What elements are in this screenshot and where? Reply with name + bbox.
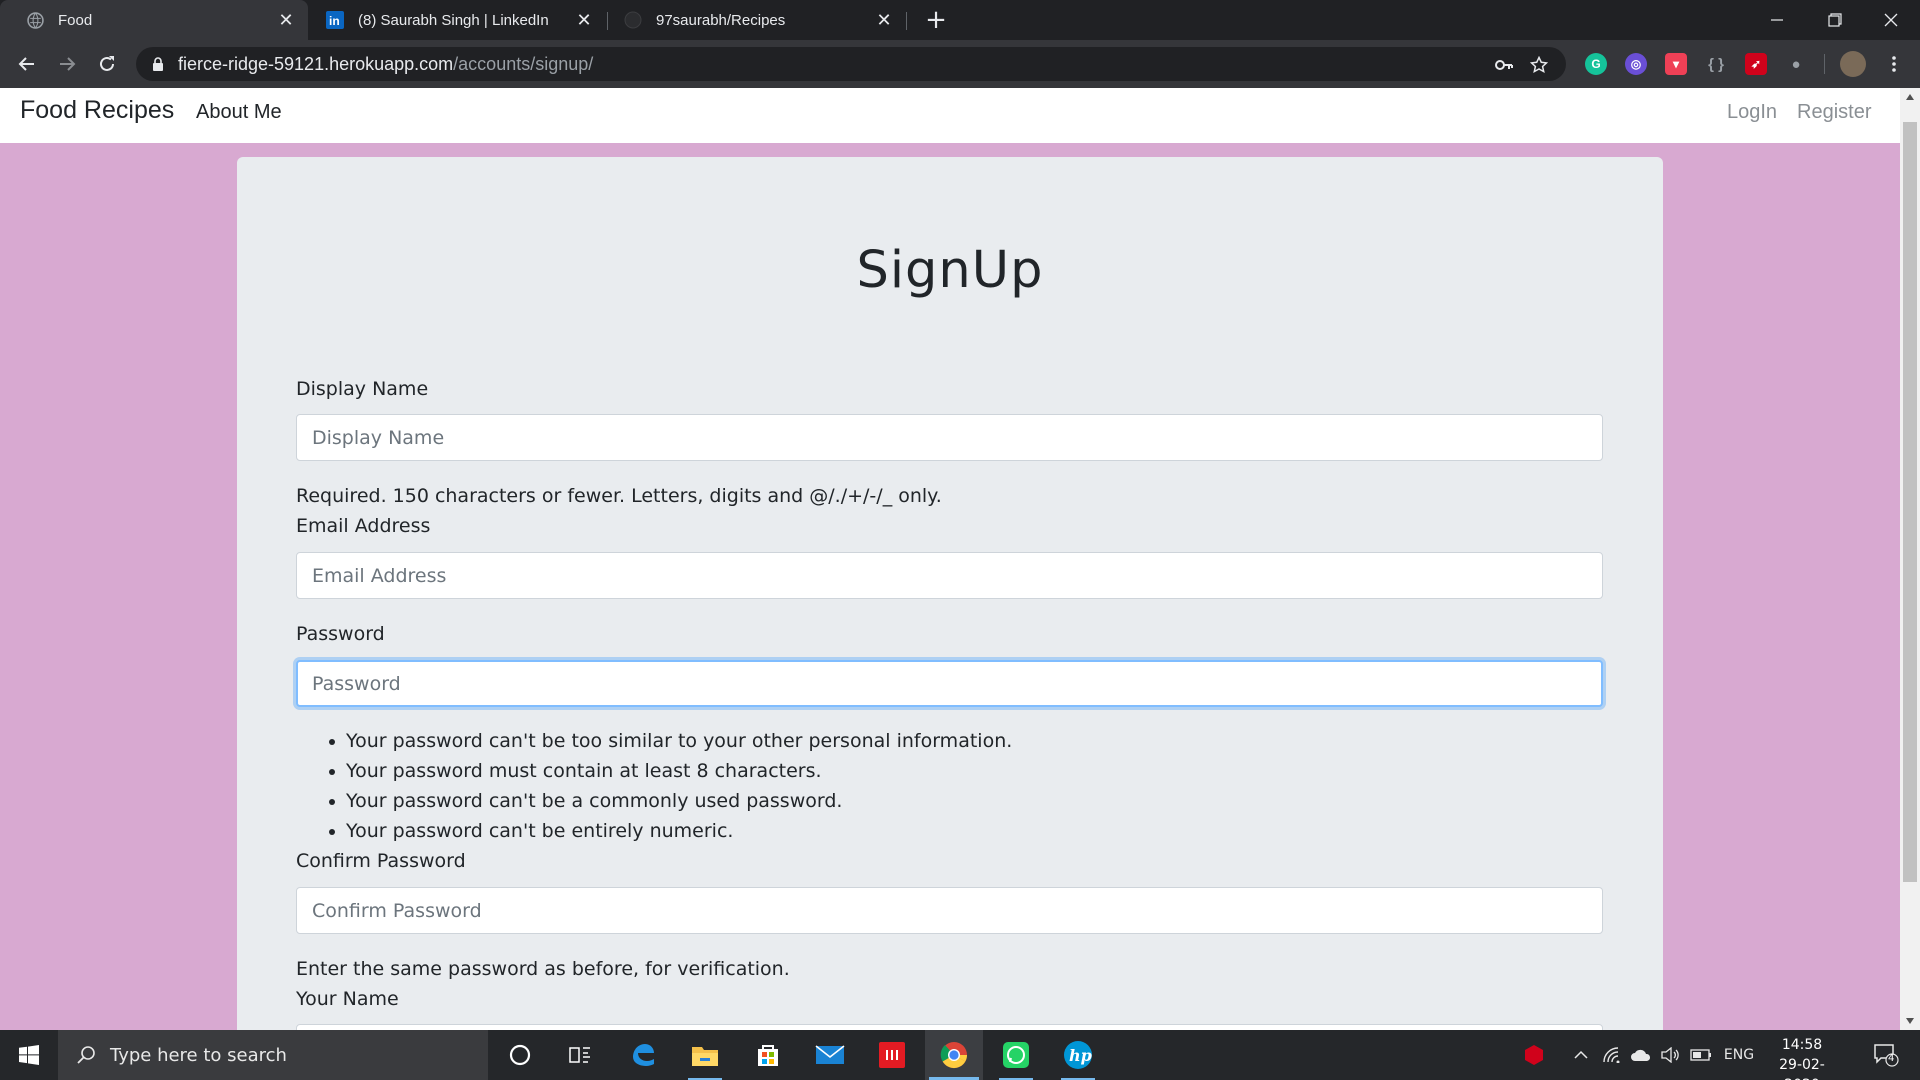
lock-icon [152,57,166,71]
nav-about-link[interactable]: About Me [196,101,282,124]
nav-register-link[interactable]: Register [1797,101,1871,124]
display-name-help: Required. 150 characters or fewer. Lette… [296,485,942,507]
pocket-extension-icon[interactable]: ▾ [1665,53,1687,75]
cortana-icon[interactable] [491,1030,549,1080]
new-tab-button[interactable]: + [922,5,950,35]
battery-icon[interactable] [1690,1045,1712,1065]
site-navbar: Food Recipes About Me LogIn Register [0,88,1900,143]
file-explorer-icon[interactable] [676,1030,734,1080]
forward-button[interactable] [53,50,81,78]
list-item: Your password can't be entirely numeric. [296,816,1012,846]
globe-icon [26,11,44,29]
taskbar-clock[interactable]: 14:58 29-02-2020 [1762,1035,1842,1080]
tab-title: (8) Saurabh Singh | LinkedIn [358,11,549,29]
site-brand[interactable]: Food Recipes [20,96,174,125]
search-icon [76,1045,96,1065]
clock-time: 14:58 [1781,1037,1823,1053]
start-button[interactable] [0,1030,58,1080]
windows-taskbar: Type here to search hp ENG 14:58 29-02- … [0,1030,1920,1080]
office-app-icon[interactable] [863,1030,921,1080]
scrollbar-thumb[interactable] [1903,122,1917,882]
key-icon[interactable] [1494,55,1514,75]
your-name-label: Your Name [296,988,399,1010]
mail-icon[interactable] [801,1030,859,1080]
list-item: Your password must contain at least 8 ch… [296,756,1012,786]
search-placeholder: Type here to search [110,1044,287,1066]
list-item: Your password can't be too similar to yo… [296,726,1012,756]
list-item: Your password can't be a commonly used p… [296,786,1012,816]
tab-separator [906,12,907,30]
taskbar-search-box[interactable]: Type here to search [58,1030,488,1080]
notification-count-badge: 4 [1888,1053,1895,1064]
whatsapp-icon[interactable] [987,1030,1045,1080]
confirm-password-label: Confirm Password [296,850,466,872]
edge-browser-icon[interactable] [614,1030,672,1080]
url-host: fierce-ridge-59121.herokuapp.com [178,53,454,74]
close-window-button[interactable] [1862,0,1920,40]
svg-text:hp: hp [1069,1046,1092,1065]
reload-button[interactable] [93,50,121,78]
confirm-password-input[interactable] [296,887,1603,934]
microsoft-store-icon[interactable] [739,1030,797,1080]
close-tab-icon[interactable]: ✕ [572,8,596,32]
security-app-tray-icon[interactable] [1523,1045,1545,1065]
tab-title: Food [58,11,93,29]
task-view-icon[interactable] [551,1030,609,1080]
bookmark-star-icon[interactable] [1529,55,1549,75]
browser-tab-linkedin[interactable]: in (8) Saurabh Singh | LinkedIn ✕ [308,0,606,40]
page-scrollbar[interactable] [1900,88,1920,1030]
confirm-password-help: Enter the same password as before, for v… [296,958,790,980]
language-indicator[interactable]: ENG [1722,1045,1756,1065]
restore-button[interactable] [1806,0,1864,40]
svg-text:in: in [329,14,340,28]
profile-avatar[interactable] [1840,51,1866,77]
address-bar[interactable]: fierce-ridge-59121.herokuapp.com/account… [136,47,1566,81]
browser-tab-strip: Food ✕ in (8) Saurabh Singh | LinkedIn ✕… [0,0,1920,40]
close-tab-icon[interactable]: ✕ [274,8,298,32]
extension-icon[interactable]: ◎ [1625,53,1647,75]
scroll-up-arrow-icon[interactable] [1900,88,1920,106]
minimize-button[interactable] [1748,0,1806,40]
back-button[interactable] [13,50,41,78]
nav-login-link[interactable]: LogIn [1727,101,1777,124]
github-icon [624,11,642,29]
password-rules-list: Your password can't be too similar to yo… [296,726,1012,846]
toolbar-separator [1824,54,1825,74]
signup-card: SignUp Display Name Required. 150 charac… [237,157,1663,1030]
chevron-up-icon[interactable] [1570,1045,1592,1065]
notification-center-icon[interactable]: 4 [1871,1042,1901,1068]
page-viewport: Food Recipes About Me LogIn Register Sig… [0,88,1900,1030]
onedrive-cloud-icon[interactable] [1630,1045,1652,1065]
grammarly-extension-icon[interactable]: G [1585,53,1607,75]
display-name-input[interactable] [296,414,1603,461]
scroll-down-arrow-icon[interactable] [1900,1012,1920,1030]
url-path: /accounts/signup/ [453,53,594,74]
password-label: Password [296,623,385,645]
extension-icon[interactable]: ● [1785,53,1807,75]
close-tab-icon[interactable]: ✕ [872,8,896,32]
chrome-icon[interactable] [925,1030,983,1080]
email-input[interactable] [296,552,1603,599]
email-label: Email Address [296,515,431,537]
page-title: SignUp [856,241,1044,300]
tab-title: 97saurabh/Recipes [656,11,786,29]
code-extension-icon[interactable]: { } [1705,53,1727,75]
hp-app-icon[interactable]: hp [1049,1030,1107,1080]
volume-icon[interactable] [1660,1045,1682,1065]
browser-toolbar: fierce-ridge-59121.herokuapp.com/account… [0,40,1920,88]
wifi-icon[interactable] [1601,1045,1623,1065]
clock-date: 29-02-2020 [1779,1057,1825,1080]
password-input[interactable] [296,660,1603,707]
menu-kebab-icon[interactable] [1880,50,1908,78]
extension-icon[interactable]: ➶ [1745,53,1767,75]
linkedin-icon: in [326,11,344,29]
url-text: fierce-ridge-59121.herokuapp.com/account… [178,54,593,75]
browser-tab-github[interactable]: 97saurabh/Recipes ✕ [608,0,906,40]
browser-tab-food[interactable]: Food ✕ [0,0,308,40]
display-name-label: Display Name [296,378,429,400]
